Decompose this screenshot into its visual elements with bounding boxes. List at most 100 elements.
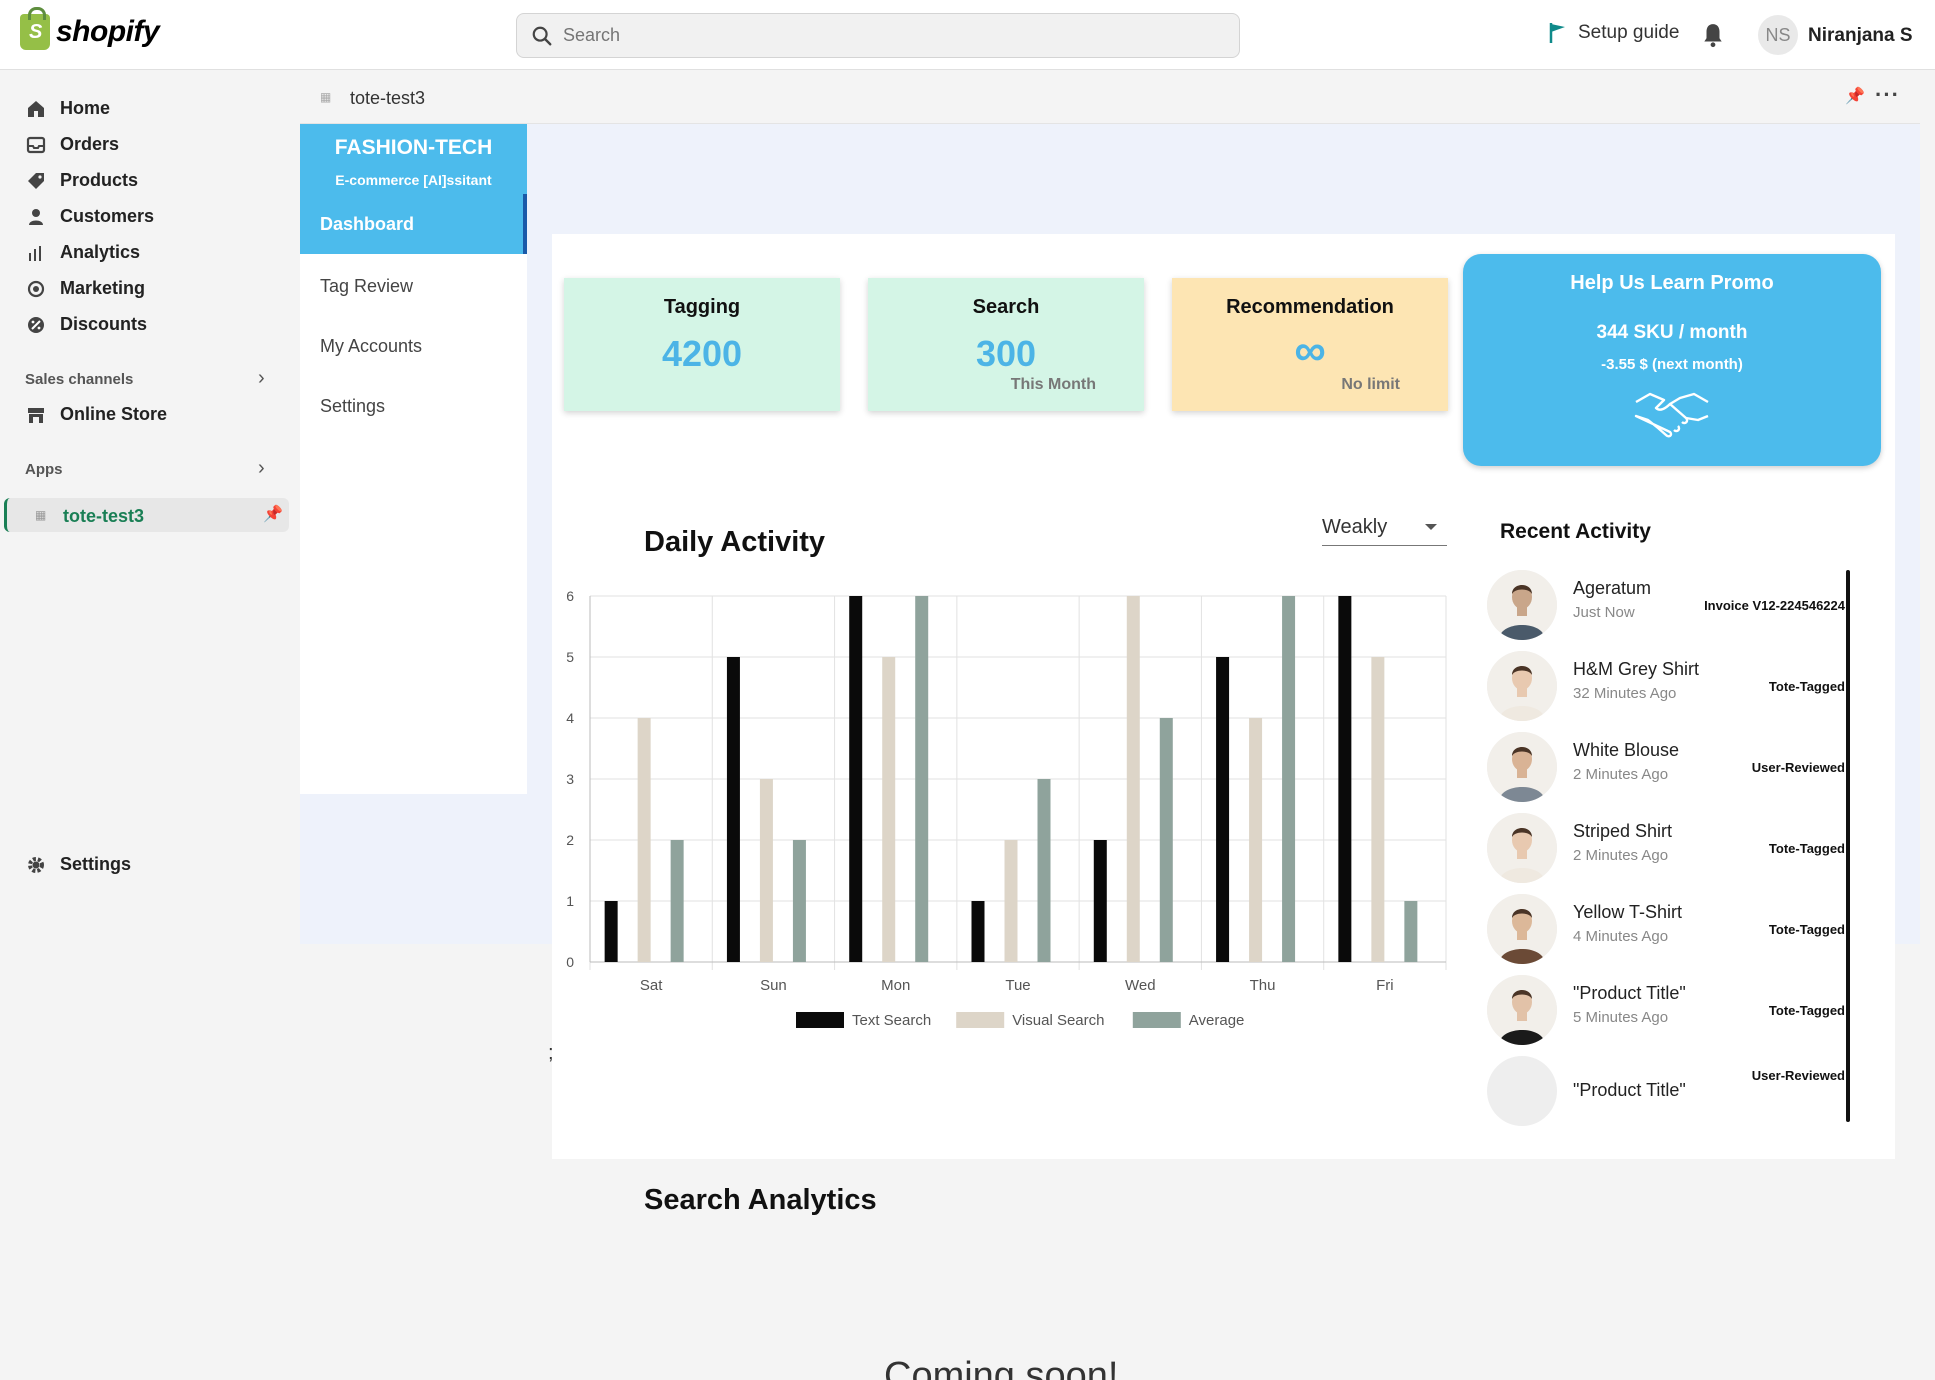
pin-icon[interactable]: 📌 (1845, 86, 1865, 106)
nav-products[interactable]: Products (26, 170, 138, 191)
left-nav: Home Orders Products Customers Analytics… (0, 70, 300, 1380)
chevron-right-icon[interactable]: › (258, 457, 265, 480)
scrollbar[interactable] (1846, 570, 1850, 1122)
nav-marketing[interactable]: Marketing (26, 278, 145, 299)
nav-orders[interactable]: Orders (26, 134, 119, 155)
product-thumbnail (1487, 894, 1557, 964)
stray-text: ; (548, 1042, 554, 1064)
card-subtitle: No limit (1341, 376, 1400, 393)
app-nav-tag-review[interactable]: Tag Review (320, 276, 413, 297)
chevron-right-icon[interactable]: › (258, 367, 265, 390)
recent-activity-item[interactable]: H&M Grey Shirt 32 Minutes Ago Tote-Tagged (1487, 651, 1847, 723)
recent-activity-item[interactable]: "Product Title" 5 Minutes Ago Tote-Tagged (1487, 975, 1847, 1047)
app-title-bar: ▦ tote-test3 📌 ··· (300, 72, 1920, 124)
bar (849, 596, 863, 962)
legend-label: Visual Search (1012, 1012, 1104, 1029)
bar (1037, 779, 1051, 962)
item-name: "Product Title" (1573, 1080, 1686, 1100)
recent-activity-item[interactable]: White Blouse 2 Minutes Ago User-Reviewed (1487, 732, 1847, 804)
shopify-logo[interactable]: S shopify (20, 7, 160, 50)
y-tick-label: 3 (566, 771, 574, 787)
setup-guide-link[interactable]: Setup guide (1548, 22, 1679, 44)
app-icon: ▦ (320, 90, 332, 104)
item-time: Just Now (1573, 604, 1635, 621)
app-nav-dashboard[interactable]: Dashboard (320, 214, 414, 235)
app-nav-settings[interactable]: Settings (320, 396, 385, 417)
nav-products-label: Products (60, 170, 139, 190)
recent-activity-title: Recent Activity (1500, 520, 1651, 543)
legend-swatch (956, 1012, 1005, 1028)
nav-customers[interactable]: Customers (26, 206, 154, 227)
flag-icon (1549, 23, 1565, 43)
promo-sku: 344 SKU / month (1596, 322, 1748, 343)
bar (971, 901, 985, 962)
nav-home[interactable]: Home (26, 98, 110, 119)
item-name: "Product Title" (1573, 983, 1686, 1003)
legend-label: Text Search (852, 1012, 931, 1029)
discount-icon (28, 316, 44, 333)
nav-orders-label: Orders (60, 134, 120, 154)
daily-activity-chart: 0 1 2 3 4 5 6 Sat Sun Mon Tue Wed Thu Fri Text Search V… (566, 588, 1447, 1029)
y-tick-label: 2 (566, 832, 574, 848)
nav-home-label: Home (60, 98, 111, 118)
person-photo-icon (1487, 894, 1557, 964)
period-select[interactable]: Weakly (1322, 512, 1447, 546)
item-name: H&M Grey Shirt (1573, 659, 1700, 679)
apps-heading[interactable]: Apps (25, 461, 63, 478)
bar (1004, 840, 1018, 962)
tag-icon (28, 172, 44, 189)
product-thumbnail (1487, 1056, 1557, 1126)
product-thumbnail (1487, 570, 1557, 640)
bell-icon[interactable] (1700, 22, 1726, 48)
store-icon (28, 407, 44, 423)
nav-online-store[interactable]: Online Store (26, 404, 167, 425)
search-bar[interactable] (516, 13, 1240, 58)
app-brand-block: FASHION-TECH E-commerce [AI]ssitant Dash… (300, 124, 527, 254)
x-tick-label: Sun (760, 977, 787, 994)
item-time: 5 Minutes Ago (1573, 1009, 1669, 1026)
recent-activity-item[interactable]: Striped Shirt 2 Minutes Ago Tote-Tagged (1487, 813, 1847, 885)
search-icon (532, 26, 552, 45)
x-tick-label: Tue (1005, 977, 1030, 994)
search-input[interactable] (563, 25, 1203, 46)
nav-discounts[interactable]: Discounts (26, 314, 147, 335)
bar (604, 901, 618, 962)
more-icon[interactable]: ··· (1875, 82, 1900, 108)
sales-channels-heading[interactable]: Sales channels (25, 371, 133, 388)
app-nav-my-accounts[interactable]: My Accounts (320, 336, 422, 357)
person-photo-icon (1487, 813, 1557, 883)
product-thumbnail (1487, 732, 1557, 802)
promo-card[interactable]: Help Us Learn Promo 344 SKU / month -3.5… (1463, 254, 1881, 466)
bar (1159, 718, 1173, 962)
item-status: Tote-Tagged (1768, 1003, 1845, 1018)
recent-activity-item[interactable]: Ageratum Just Now Invoice V12-224546224 (1487, 570, 1847, 642)
recent-activity-item[interactable]: "Product Title" User-Reviewed (1487, 1056, 1847, 1128)
item-time: 2 Minutes Ago (1573, 847, 1669, 864)
active-indicator (523, 194, 527, 254)
person-icon (29, 208, 43, 225)
nav-settings[interactable]: Settings (26, 854, 131, 875)
pin-icon[interactable]: 📌 (263, 504, 283, 524)
caret-down-icon (1425, 524, 1437, 530)
bar (882, 657, 896, 962)
recent-activity-item[interactable]: Yellow T-Shirt 4 Minutes Ago Tote-Tagged (1487, 894, 1847, 966)
product-thumbnail (1487, 651, 1557, 721)
item-status: Tote-Tagged (1768, 679, 1845, 694)
x-tick-label: Wed (1125, 977, 1156, 994)
item-time: 32 Minutes Ago (1573, 685, 1677, 702)
legend-label: Average (1189, 1012, 1245, 1029)
nav-app-tote-test3[interactable]: ▦ tote-test3 📌 (4, 498, 289, 532)
app-title: tote-test3 (350, 88, 426, 108)
item-status: Tote-Tagged (1768, 922, 1845, 937)
item-name: Striped Shirt (1573, 821, 1673, 841)
card-subtitle: This Month (1010, 376, 1096, 393)
x-tick-label: Mon (881, 977, 910, 994)
user-name[interactable]: Niranjana S (1808, 25, 1913, 47)
handshake-icon (1634, 392, 1709, 438)
gear-icon (28, 856, 44, 873)
avatar[interactable]: NS (1758, 15, 1798, 55)
item-status: Tote-Tagged (1768, 841, 1845, 856)
nav-analytics[interactable]: Analytics (26, 242, 140, 263)
item-status: User-Reviewed (1751, 1068, 1845, 1083)
bar (915, 596, 929, 962)
